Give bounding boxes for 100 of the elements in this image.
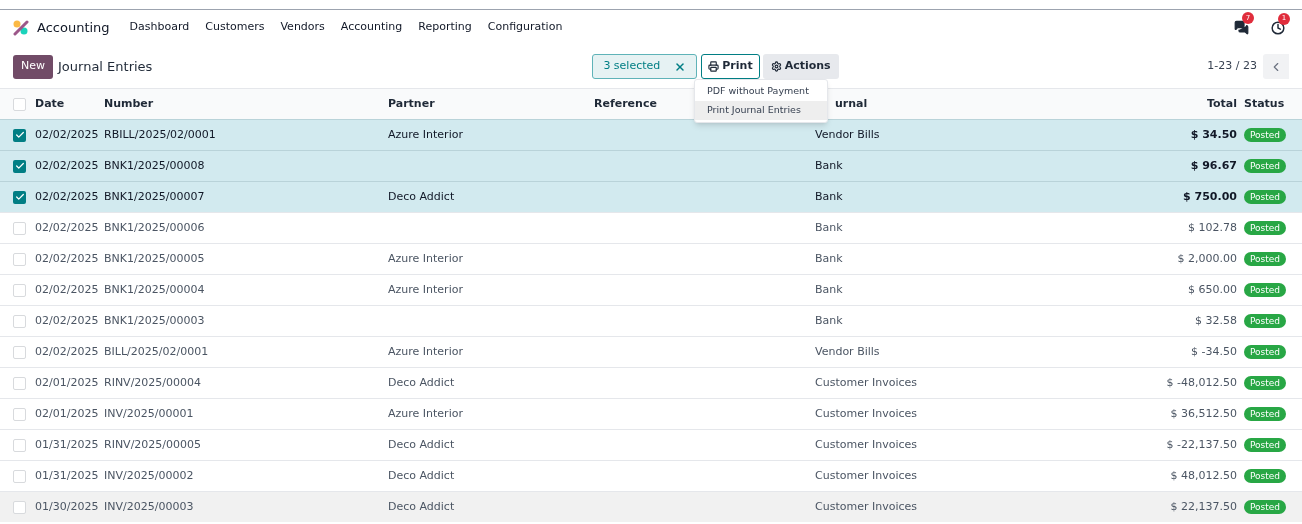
checkbox[interactable] [13, 221, 26, 235]
clock-icon[interactable] [1271, 20, 1285, 35]
date-cell-text: 02/02/2025 [35, 281, 100, 298]
date-cell-text: 02/02/2025 [35, 312, 100, 329]
checkbox[interactable] [13, 314, 26, 328]
selection-counter[interactable]: 3 selected [592, 54, 698, 79]
column-header[interactable]: Number [104, 95, 388, 113]
total-cell: $ 2,000.00 [1177, 251, 1237, 265]
partner-cell: Deco Addict [388, 375, 455, 389]
status-badge: Posted [1244, 251, 1287, 266]
menu-item[interactable]: Dashboard [121, 19, 198, 36]
table-row[interactable]: 01/30/2025 INV/2025/00003 Deco Addict Customer Invoices $ 22,137.50 Posted [0, 491, 1302, 522]
total-cell: $ 22,137.50 [1170, 499, 1237, 513]
total-cell: $ 48,012.50 [1170, 468, 1237, 482]
partner-cell: Deco Addict [388, 468, 455, 482]
number-cell-text: RINV/2025/00005 [104, 436, 203, 453]
previous-page-button[interactable] [1263, 54, 1289, 79]
number-cell-text: RBILL/2025/02/0001 [104, 126, 217, 143]
print-button[interactable]: Print [701, 54, 760, 79]
number-cell-text: INV/2025/00001 [104, 405, 195, 422]
checkbox[interactable] [13, 159, 26, 173]
number-cell-text: BNK1/2025/00008 [104, 157, 206, 174]
table-row[interactable]: 02/02/2025 BNK1/2025/00008 Bank $ 96.67 Posted [0, 150, 1302, 181]
partner-cell: Azure Interior [388, 282, 463, 296]
column-header[interactable]: Date [35, 95, 104, 113]
checkbox[interactable] [13, 469, 26, 483]
journal-cell: Customer Invoices [815, 437, 917, 451]
checkbox[interactable] [13, 438, 26, 452]
number-cell-text: BNK1/2025/00004 [104, 281, 206, 298]
checkbox[interactable] [13, 128, 26, 142]
total-cell: $ 750.00 [1183, 189, 1237, 203]
number-cell-text: INV/2025/00002 [104, 467, 195, 484]
journal-cell: Vendor Bills [815, 127, 880, 141]
pager-value[interactable]: 1-23 / 23 [1207, 58, 1257, 75]
checkbox[interactable] [13, 376, 26, 390]
journal-cell: Bank [815, 313, 843, 327]
status-badge: Posted [1244, 127, 1287, 142]
column-header[interactable]: Status [1244, 95, 1289, 113]
table-row[interactable]: 02/02/2025 RBILL/2025/02/0001 Azure Interior Vendor Bills $ 34.50 Posted [0, 119, 1302, 150]
printer-icon [708, 61, 720, 72]
status-badge: Posted [1244, 313, 1287, 328]
column-header[interactable]: Partner [388, 95, 594, 113]
menu-item[interactable]: Accounting [332, 19, 411, 36]
partner-cell: Deco Addict [388, 499, 455, 513]
date-cell-text: 02/02/2025 [35, 188, 100, 205]
number-cell-text: BNK1/2025/00007 [104, 188, 206, 205]
total-cell: $ 96.67 [1190, 158, 1237, 172]
menu-item[interactable]: Configuration [479, 19, 571, 36]
checkbox[interactable] [13, 500, 26, 514]
date-cell-text: 01/31/2025 [35, 467, 100, 484]
number-cell-text: BILL/2025/02/0001 [104, 343, 210, 360]
date-cell-text: 02/01/2025 [35, 374, 100, 391]
status-badge: Posted [1244, 189, 1287, 204]
partner-cell: Deco Addict [388, 189, 455, 203]
dropdown-item[interactable]: PDF without Payment [695, 82, 827, 101]
column-header[interactable]: urnal [835, 96, 868, 110]
status-badge: Posted [1244, 406, 1287, 421]
total-cell: $ 102.78 [1188, 220, 1237, 234]
partner-cell: Azure Interior [388, 344, 463, 358]
column-header[interactable]: Total [1015, 95, 1237, 113]
status-badge: Posted [1244, 437, 1287, 452]
journal-cell: Customer Invoices [815, 468, 917, 482]
checkbox[interactable] [13, 252, 26, 266]
total-cell: $ 650.00 [1188, 282, 1237, 296]
breadcrumb: Journal Entries [58, 57, 153, 76]
table-row[interactable]: 02/02/2025 BNK1/2025/00007 Deco Addict Bank $ 750.00 Posted [0, 181, 1302, 212]
menu-item[interactable]: Vendors [272, 19, 333, 36]
checkbox[interactable] [13, 345, 26, 359]
messages-icon[interactable] [1234, 20, 1249, 35]
date-cell-text: 02/02/2025 [35, 250, 100, 267]
menu-item[interactable]: Customers [197, 19, 273, 36]
new-button[interactable]: New [13, 54, 53, 79]
journal-cell: Bank [815, 251, 843, 265]
date-cell-text: 02/02/2025 [35, 126, 100, 143]
number-cell-text: BNK1/2025/00006 [104, 219, 206, 236]
date-cell-text: 01/30/2025 [35, 498, 100, 515]
app-logo-icon[interactable] [13, 19, 29, 36]
menu-item[interactable]: Reporting [410, 19, 480, 36]
checkbox[interactable] [13, 283, 26, 297]
checkbox[interactable] [13, 190, 26, 204]
dropdown-item[interactable]: Print Journal Entries [695, 101, 827, 120]
journal-cell: Bank [815, 158, 843, 172]
checkbox[interactable] [13, 407, 26, 421]
actions-button[interactable]: Actions [762, 54, 839, 79]
date-cell-text: 02/02/2025 [35, 157, 100, 174]
status-badge: Posted [1244, 499, 1287, 514]
app-name[interactable]: Accounting [37, 17, 110, 38]
journal-cell: Customer Invoices [815, 406, 917, 420]
status-badge: Posted [1244, 158, 1287, 173]
journal-cell: Customer Invoices [815, 499, 917, 513]
number-cell-text: BNK1/2025/00003 [104, 312, 206, 329]
total-cell: $ 36,512.50 [1170, 406, 1237, 420]
journal-cell: Bank [815, 220, 843, 234]
total-cell: $ -34.50 [1191, 344, 1237, 358]
close-icon[interactable] [674, 60, 687, 73]
checkbox[interactable] [13, 97, 26, 111]
partner-cell: Azure Interior [388, 406, 463, 420]
journal-cell: Customer Invoices [815, 375, 917, 389]
date-cell-text: 01/31/2025 [35, 436, 100, 453]
status-badge: Posted [1244, 468, 1287, 483]
